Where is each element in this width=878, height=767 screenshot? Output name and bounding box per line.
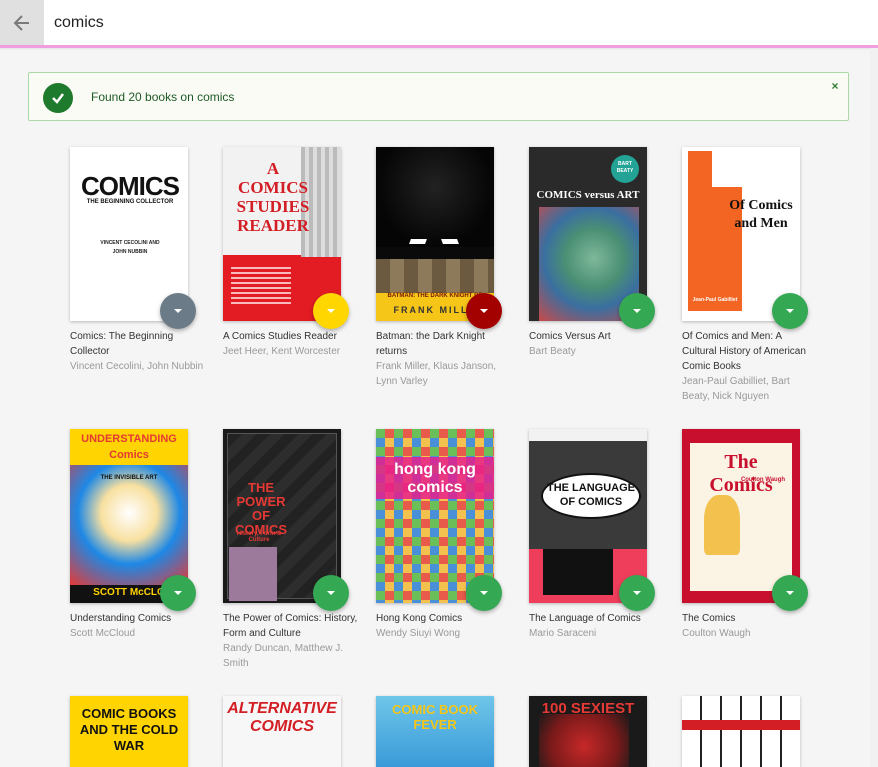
book-title[interactable]: Comics Versus Art Bart Beaty [529, 329, 665, 359]
back-button[interactable] [0, 0, 44, 45]
caret-down-icon [327, 591, 335, 595]
dropdown-button[interactable] [466, 293, 502, 329]
dropdown-button[interactable] [313, 575, 349, 611]
search-bar [0, 0, 878, 48]
book-title[interactable]: Comics: The Beginning Collector Vincent C… [70, 329, 206, 374]
book-title[interactable]: The Language of Comics Mario Saraceni [529, 611, 665, 641]
cover-title: ALTERNATIVE COMICS [227, 700, 337, 735]
book-title[interactable]: A Comics Studies Reader Jeet Heer, Kent W… [223, 329, 359, 359]
check-circle-icon [43, 83, 73, 113]
cover-title: 100 SEXIEST [541, 700, 635, 717]
cover-title: UNDERSTANDING Comics [81, 433, 177, 461]
book-title[interactable]: Batman: the Dark Knight returns Frank Mil… [376, 329, 512, 389]
close-icon[interactable]: × [828, 79, 842, 93]
book-authors: Frank Miller, Klaus Janson, Lynn Varley [376, 361, 497, 387]
book-authors: Mario Saraceni [529, 628, 597, 639]
arrow-left-icon [13, 14, 29, 31]
caret-down-icon [174, 309, 182, 313]
dropdown-button[interactable] [160, 293, 196, 329]
cover-subtitle: THE INVISIBLE ART [100, 475, 158, 481]
caret-down-icon [786, 591, 794, 595]
cover-title: Of Comics and Men [729, 198, 793, 231]
caret-down-icon [480, 591, 488, 595]
cover-title: THE POWER OF COMICS [235, 480, 287, 537]
alert-message: Found 20 books on comics [91, 90, 235, 104]
cover-title: hong kong comics [394, 461, 476, 496]
book-title[interactable]: The Comics Coulton Waugh [682, 611, 818, 641]
caret-down-icon [174, 591, 182, 595]
book-authors: Jean-Paul Gabilliet, Bart Beaty, Nick Ng… [682, 376, 790, 402]
cover-authors: VINCENT CECOLINI AND JOHN NUBBIN [100, 240, 160, 255]
cover-title: COMIC BOOKS AND THE COLD WAR [79, 706, 179, 753]
book-cover[interactable]: COMIC BOOKS AND THE COLD WAR [70, 696, 188, 767]
book-cover[interactable]: 100 SEXIEST [529, 696, 647, 767]
results-alert: Found 20 books on comics × [28, 72, 849, 121]
dropdown-button[interactable] [619, 293, 655, 329]
cover-title: COMIC BOOK FEVER [392, 702, 478, 732]
dropdown-button[interactable] [466, 575, 502, 611]
caret-down-icon [327, 309, 335, 313]
cover-title: A COMICS STUDIES READER [236, 159, 310, 235]
book-authors: Coulton Waugh [682, 628, 751, 639]
cover-subtitle: History, Form & Culture [236, 531, 282, 543]
dropdown-button[interactable] [313, 293, 349, 329]
search-input[interactable] [54, 10, 854, 36]
book-title[interactable]: Understanding Comics Scott McCloud [70, 611, 206, 641]
caret-down-icon [786, 309, 794, 313]
book-authors: Bart Beaty [529, 346, 576, 357]
cover-badge: BART BEATY [616, 161, 634, 174]
cover-subtitle: Coulton Waugh [740, 477, 786, 483]
book-authors: Jeet Heer, Kent Worcester [223, 346, 341, 357]
cover-authors: Jean-Paul Gabilliet [692, 297, 738, 303]
dropdown-button[interactable] [772, 293, 808, 329]
book-title[interactable]: Hong Kong Comics Wendy Siuyi Wong [376, 611, 512, 641]
caret-down-icon [633, 591, 641, 595]
dropdown-button[interactable] [160, 575, 196, 611]
book-cover[interactable] [682, 696, 800, 767]
cover-title: COMICS [81, 171, 180, 201]
cover-title: COMICS versus ART [536, 189, 640, 201]
book-authors: Wendy Siuyi Wong [376, 628, 461, 639]
caret-down-icon [633, 309, 641, 313]
cover-subtitle: THE BEGINNING COLLECTOR [86, 199, 174, 205]
book-title[interactable]: The Power of Comics: History, Form and C… [223, 611, 359, 671]
book-title[interactable]: Of Comics and Men: A Cultural History of… [682, 329, 818, 404]
cover-title: THE LANGUAGE OF COMICS [547, 482, 635, 508]
book-authors: Vincent Cecolini, John Nubbin [70, 361, 204, 372]
caret-down-icon [480, 309, 488, 313]
dropdown-button[interactable] [772, 575, 808, 611]
scrollbar[interactable] [870, 48, 878, 767]
cover-title: The Comics [709, 451, 773, 496]
book-authors: Scott McCloud [70, 628, 136, 639]
book-cover[interactable]: ALTERNATIVE COMICS [223, 696, 341, 767]
book-authors: Randy Duncan, Matthew J. Smith [223, 643, 344, 669]
book-cover[interactable]: COMIC BOOK FEVER [376, 696, 494, 767]
dropdown-button[interactable] [619, 575, 655, 611]
